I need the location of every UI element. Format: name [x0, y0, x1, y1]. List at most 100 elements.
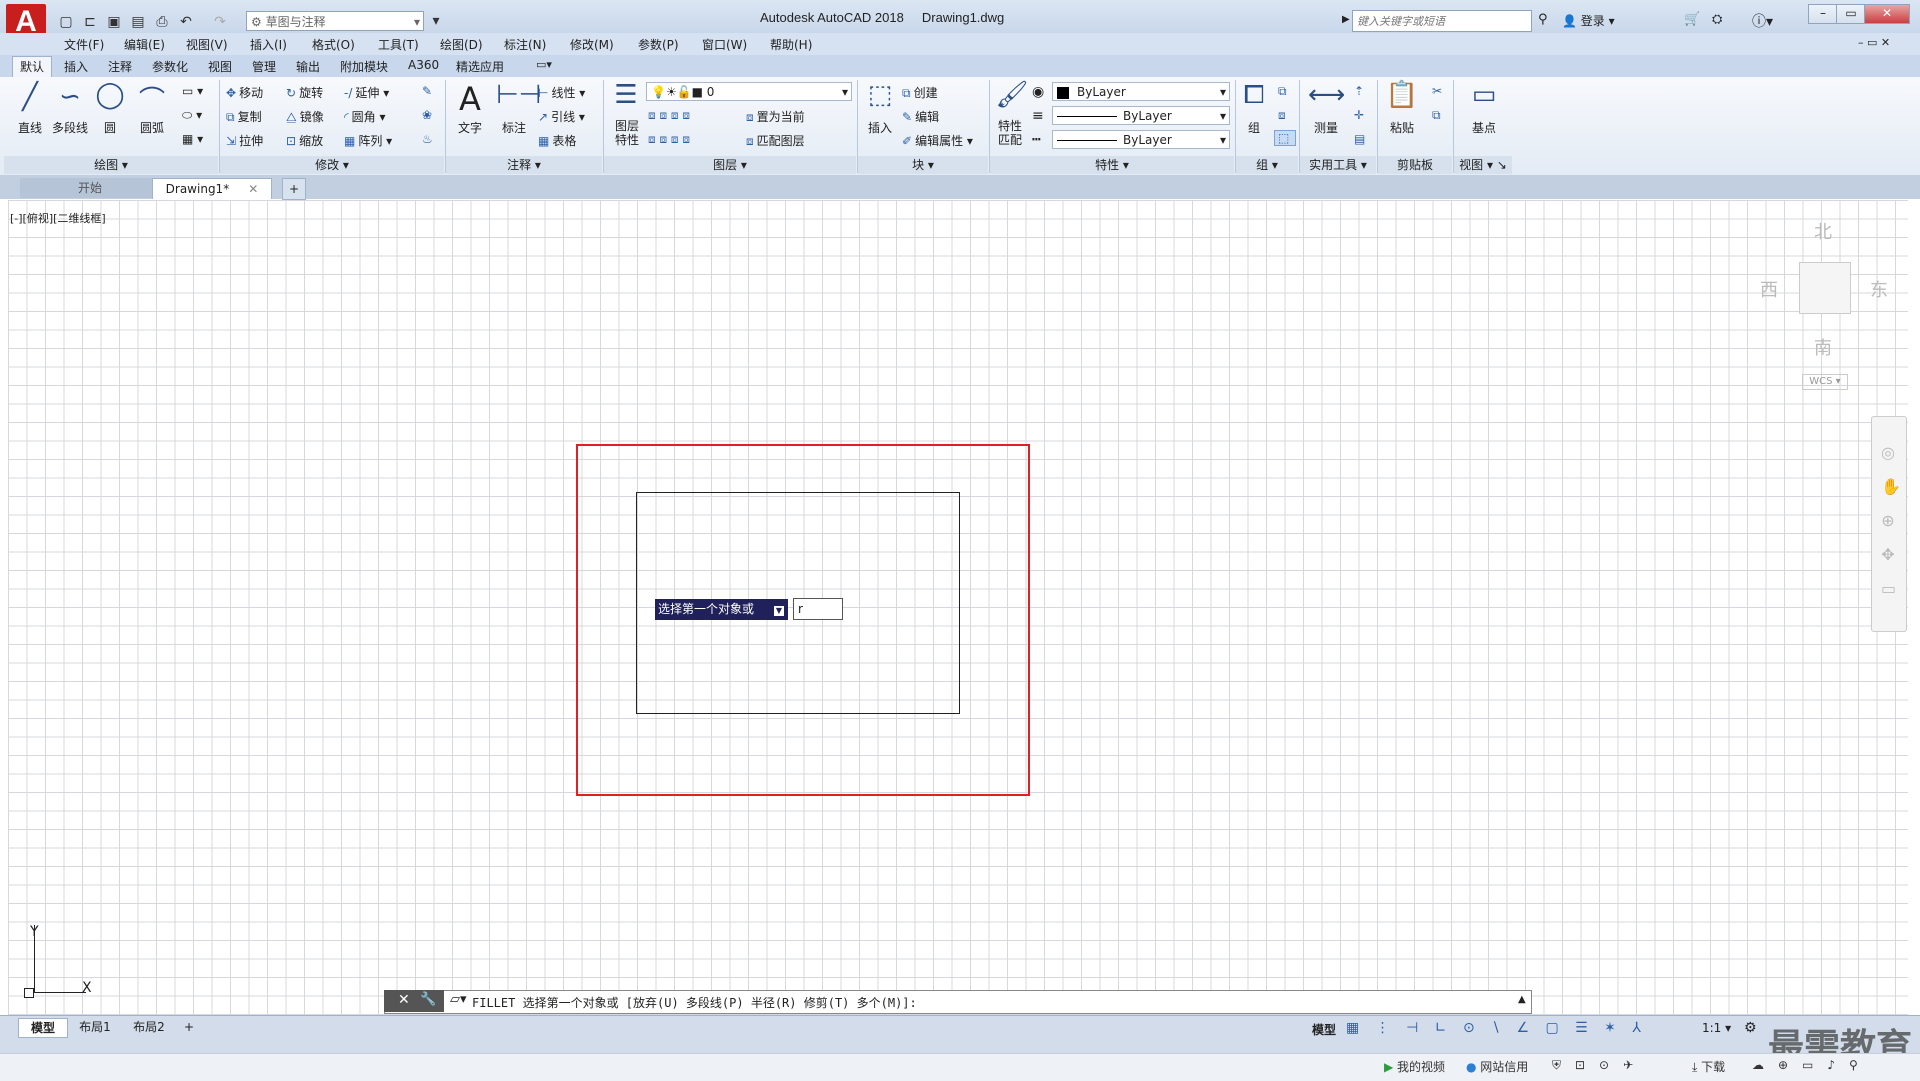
measure-icon[interactable]: ⟷: [1308, 80, 1345, 110]
match-layer-tool[interactable]: ⧈ 匹配图层: [746, 132, 805, 149]
tab-parametric[interactable]: 参数化: [152, 58, 188, 75]
cut-tool[interactable]: ✂: [1432, 84, 1445, 98]
panel-block-title[interactable]: 块 ▾: [858, 156, 988, 174]
tab-a360[interactable]: A360: [408, 58, 439, 72]
edit-block-tool[interactable]: ✎ 编辑: [902, 108, 939, 125]
paste-button-label[interactable]: 粘贴: [1378, 119, 1426, 136]
prompt-options-icon[interactable]: ▼: [774, 606, 784, 616]
settings-gear-icon[interactable]: ⚙: [1744, 1020, 1757, 1036]
layout-tab-2[interactable]: 布局2: [124, 1018, 174, 1036]
tab-drawing1[interactable]: Drawing1* ✕: [152, 178, 272, 199]
menu-modify[interactable]: 修改(M): [570, 36, 614, 53]
dynamic-input-field[interactable]: r: [793, 598, 843, 620]
navbar-tool-icons[interactable]: ◎ ✋ ⊕ ✥ ▭: [1881, 436, 1901, 606]
layout-tab-1[interactable]: 布局1: [70, 1018, 120, 1036]
hatch-icon[interactable]: ⬭ ▾: [182, 108, 202, 123]
panel-annotation-title[interactable]: 注释 ▾: [446, 156, 602, 174]
viewcube-west[interactable]: 西: [1760, 276, 1778, 302]
rectangle-icon[interactable]: ▭ ▾: [182, 84, 203, 98]
login-button[interactable]: 👤 登录 ▾: [1562, 12, 1615, 29]
binoculars-icon[interactable]: ⚲: [1538, 12, 1548, 27]
new-file-icon[interactable]: ▢: [56, 12, 76, 32]
layer-tools-row2[interactable]: ⧈ ⧈ ⧈ ⧈: [648, 132, 690, 147]
wcs-menu[interactable]: WCS ▾: [1802, 374, 1848, 390]
text-button-label[interactable]: 文字: [446, 119, 494, 136]
line-icon[interactable]: ╱: [12, 82, 48, 112]
help-icon[interactable]: ⓘ▾: [1752, 11, 1773, 31]
add-layout-button[interactable]: +: [180, 1018, 198, 1036]
cart-icon[interactable]: 🛒: [1684, 12, 1700, 27]
save-icon[interactable]: ▣: [104, 12, 124, 32]
minimize-button[interactable]: –: [1808, 4, 1838, 24]
insert-block-icon[interactable]: ⬚: [862, 80, 898, 110]
tray-icons-right[interactable]: ☁⊕▭♪⚲: [1752, 1058, 1872, 1072]
color-wheel-icon[interactable]: ◉: [1032, 84, 1044, 100]
extend-tool[interactable]: -/延伸 ▾: [344, 84, 389, 101]
text-icon[interactable]: A: [452, 80, 488, 118]
insert-block-label[interactable]: 插入: [856, 119, 904, 136]
region-icon[interactable]: ▦ ▾: [182, 132, 203, 146]
wrench-icon[interactable]: 🔧: [420, 992, 436, 1007]
linetype-select[interactable]: ByLayer ▾: [1052, 130, 1230, 149]
polyline-icon[interactable]: ∽: [52, 82, 88, 112]
lineweight-icon[interactable]: ≡: [1032, 108, 1044, 124]
tab-view[interactable]: 视图: [208, 58, 232, 75]
workspace-select[interactable]: ⚙ 草图与注释 ▾: [246, 11, 424, 31]
measure-button-label[interactable]: 测量: [1302, 119, 1350, 136]
fillet-tool[interactable]: ◜ 圆角 ▾: [344, 108, 386, 125]
menu-draw[interactable]: 绘图(D): [440, 36, 483, 53]
paste-icon[interactable]: 📋: [1384, 80, 1420, 110]
arc-button-label[interactable]: 圆弧: [128, 119, 176, 136]
panel-properties-title[interactable]: 特性 ▾: [990, 156, 1234, 174]
video-item[interactable]: ▶ 我的视频: [1384, 1058, 1445, 1075]
undo-icon[interactable]: ↶: [176, 12, 196, 32]
circle-button-label[interactable]: 圆: [86, 119, 134, 136]
move-tool[interactable]: ✥ 移动: [226, 84, 263, 101]
panel-utilities-title[interactable]: 实用工具 ▾: [1300, 156, 1376, 174]
make-current-tool[interactable]: ⧈ 置为当前: [746, 108, 805, 125]
tab-default[interactable]: 默认: [20, 58, 44, 75]
linetype-icon[interactable]: ┅: [1032, 132, 1040, 148]
group-button-label[interactable]: 组: [1230, 119, 1278, 136]
model-space-button[interactable]: 模型: [1312, 1021, 1336, 1038]
doc-window-controls[interactable]: – ▭ ✕: [1858, 36, 1890, 49]
menu-help[interactable]: 帮助(H): [770, 36, 812, 53]
command-prompt-text[interactable]: FILLET 选择第一个对象或 [放弃(U) 多段线(P) 半径(R) 修剪(T…: [472, 994, 917, 1011]
viewcube-face[interactable]: [1799, 262, 1851, 314]
layout-tab-model[interactable]: 模型: [18, 1018, 68, 1038]
layer-properties-icon[interactable]: ☰: [608, 80, 644, 110]
menu-insert[interactable]: 插入(I): [250, 36, 287, 53]
tab-featured-apps[interactable]: 精选应用: [456, 58, 504, 75]
copy-clip-tool[interactable]: ⧉: [1432, 108, 1444, 123]
group-select-toggle[interactable]: ⬚: [1274, 130, 1297, 146]
open-file-icon[interactable]: ⊏: [80, 12, 100, 32]
color-select[interactable]: ByLayer ▾: [1052, 82, 1230, 101]
viewcube-east[interactable]: 东: [1870, 276, 1888, 302]
group-tool-1[interactable]: ⧉: [1278, 84, 1290, 99]
panel-clipboard-title[interactable]: 剪贴板: [1378, 156, 1452, 174]
layer-tools-row1[interactable]: ⧈ ⧈ ⧈ ⧈: [648, 108, 690, 123]
menu-parametric[interactable]: 参数(P): [638, 36, 679, 53]
annotation-scale[interactable]: 1:1 ▾: [1702, 1021, 1731, 1035]
maximize-button[interactable]: ▭: [1836, 4, 1866, 24]
quick-access-customize-icon[interactable]: ▾: [426, 11, 446, 31]
table-tool[interactable]: ▦ 表格: [538, 132, 576, 149]
array-tool[interactable]: ▦ 阵列 ▾: [344, 132, 392, 149]
group-icon[interactable]: ⧠: [1236, 80, 1272, 111]
quick-select-tool[interactable]: ⇡: [1354, 84, 1367, 98]
ribbon-minimize-icon[interactable]: ▭▾: [536, 58, 552, 71]
erase-tool[interactable]: ✎: [422, 84, 435, 98]
menu-view[interactable]: 视图(V): [186, 36, 228, 53]
linear-tool[interactable]: ⊢ 线性 ▾: [538, 84, 585, 101]
menu-file[interactable]: 文件(F): [64, 36, 104, 53]
tab-annotate[interactable]: 注释: [108, 58, 132, 75]
viewcube-south[interactable]: 南: [1814, 334, 1832, 360]
close-icon[interactable]: ✕: [248, 182, 258, 196]
panel-draw-title[interactable]: 绘图 ▾: [4, 156, 218, 174]
create-block-tool[interactable]: ⧉ 创建: [902, 84, 938, 101]
panel-groups-title[interactable]: 组 ▾: [1236, 156, 1298, 174]
calculator-tool[interactable]: ▤: [1354, 132, 1368, 146]
menu-format[interactable]: 格式(O): [312, 36, 355, 53]
print-icon[interactable]: ⎙: [152, 12, 172, 32]
mirror-tool[interactable]: ⧋ 镜像: [286, 108, 324, 125]
